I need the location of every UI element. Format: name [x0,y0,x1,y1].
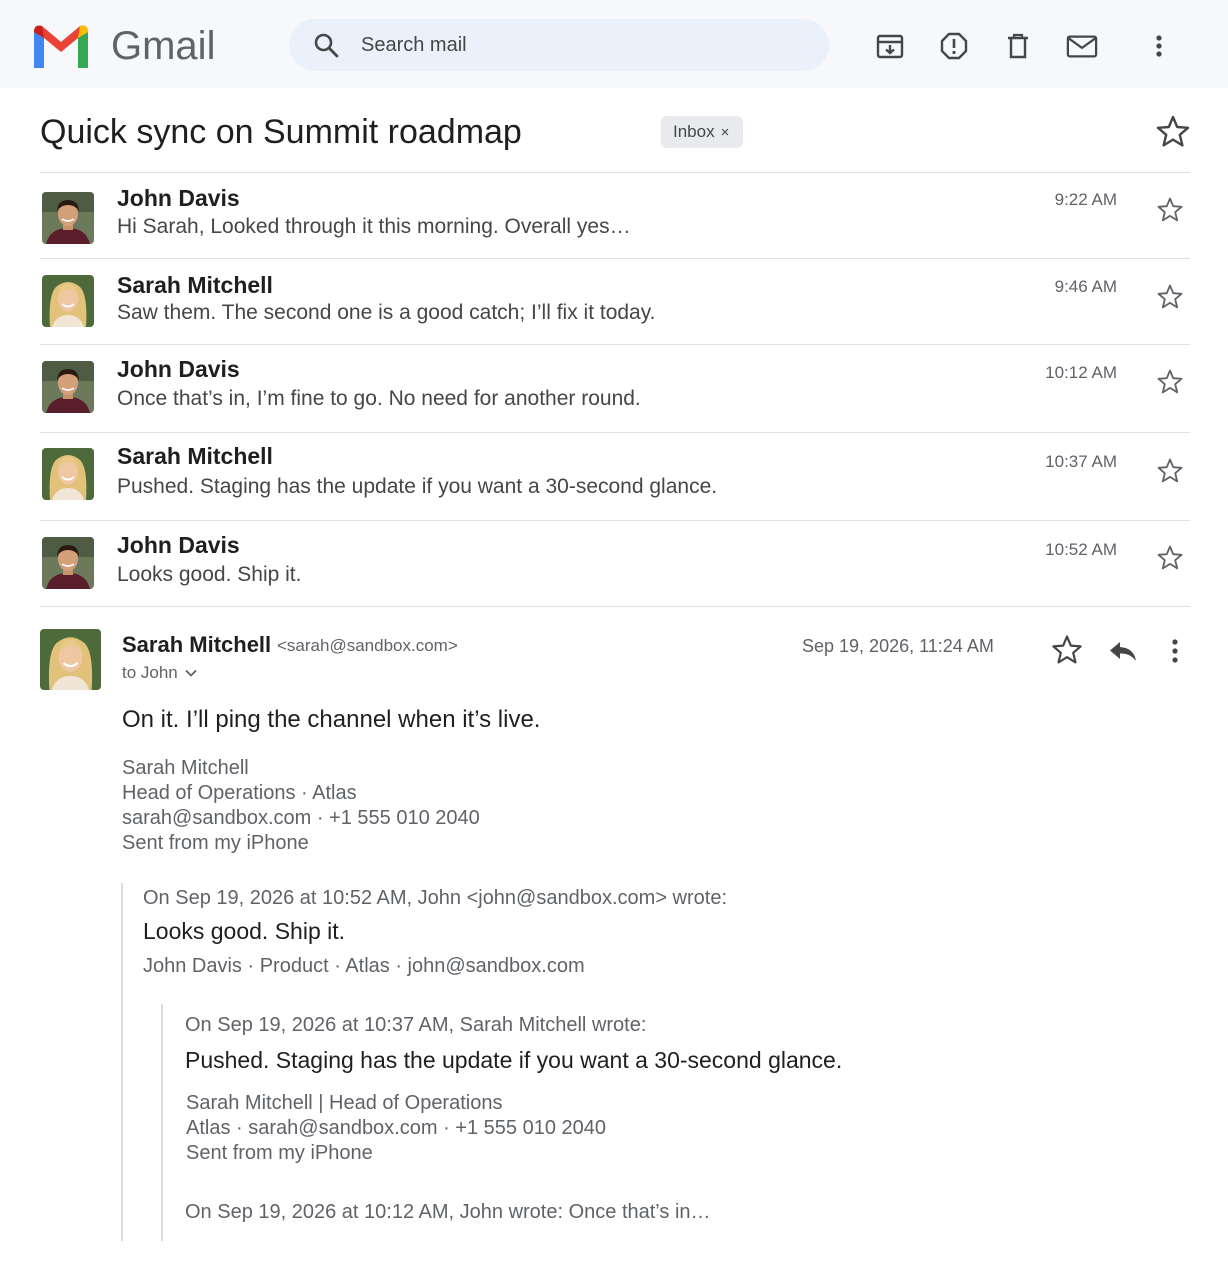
reply-icon[interactable] [1106,634,1140,668]
mark-unread-icon [1066,35,1098,58]
inbox-label-chip[interactable]: Inbox × [661,116,744,148]
report-spam-icon [940,32,968,60]
delete-icon [1008,33,1028,59]
message-signature: Sarah Mitchell Head of Operations · Atla… [122,756,480,856]
mark-unread-button[interactable] [1066,30,1098,62]
thread-subject: Quick sync on Summit roadmap [40,113,522,151]
message-snippet: Saw them. The second one is a good catch… [117,301,656,324]
more-options-button[interactable] [1143,30,1175,62]
star-icon[interactable] [1050,633,1084,667]
thread-star-icon[interactable] [1155,114,1191,150]
recipients-label: to John [122,663,178,682]
gmail-logo-icon[interactable] [30,22,92,70]
avatar[interactable] [42,448,94,500]
message-time: 10:12 AM [1045,363,1117,382]
message-snippet: Looks good. Ship it. [117,563,302,586]
message-sender: Sarah Mitchell [117,443,273,469]
signature-line: Sarah Mitchell [122,757,249,779]
search-bar[interactable] [289,19,829,71]
quote-body: Looks good. Ship it. [143,918,346,944]
archive-button[interactable] [874,30,906,62]
message-row[interactable]: John Davis Looks good. Ship it. 10:52 AM [40,520,1190,607]
message-row[interactable]: John Davis Once that’s in, I’m fine to g… [40,344,1190,432]
search-input[interactable] [361,19,801,71]
quote-signature: John Davis · Product · Atlas · john@sand… [143,955,585,977]
signature-line: Sent from my iPhone [122,832,309,854]
recipients-toggle[interactable]: to John [122,662,198,684]
avatar[interactable] [42,361,94,413]
more-vert-icon [1156,35,1162,57]
message-sender: John Davis [117,356,240,382]
star-icon[interactable] [1156,368,1184,396]
search-icon[interactable] [313,32,339,58]
star-icon[interactable] [1156,283,1184,311]
signature-line: Atlas · sarah@sandbox.com · +1 555 010 2… [186,1117,606,1139]
star-icon[interactable] [1156,457,1184,485]
message-row[interactable]: Sarah Mitchell Pushed. Staging has the u… [40,432,1190,520]
star-icon[interactable] [1156,196,1184,224]
star-icon[interactable] [1156,544,1184,572]
message-row[interactable]: John Davis Hi Sarah, Looked through it t… [40,172,1190,259]
quote-body: Pushed. Staging has the update if you wa… [185,1047,843,1073]
message-time: 10:52 AM [1045,540,1117,559]
avatar[interactable] [42,275,94,327]
quote-header: On Sep 19, 2026 at 10:52 AM, John <john@… [143,887,728,909]
chevron-down-icon [185,669,197,677]
report-spam-button[interactable] [938,30,970,62]
message-snippet: Pushed. Staging has the update if you wa… [117,475,718,498]
expanded-date: Sep 19, 2026, 11:24 AM [802,636,994,656]
remove-label-icon[interactable]: × [721,124,730,141]
avatar[interactable] [40,629,101,690]
message-time: 9:22 AM [1054,190,1117,209]
signature-line: Sent from my iPhone [186,1142,373,1164]
expanded-sender-email: <sarah@sandbox.com> [277,636,458,655]
message-body: On it. I’ll ping the channel when it’s l… [122,706,541,733]
message-time: 9:46 AM [1054,277,1117,296]
quote-signature: Sarah Mitchell | Head of Operations Atla… [186,1091,606,1166]
more-vert-icon[interactable] [1160,634,1190,668]
label-name: Inbox [673,122,715,141]
expanded-sender: Sarah Mitchell [122,632,272,657]
avatar[interactable] [42,192,94,244]
signature-line: sarah@sandbox.com · +1 555 010 2040 [122,807,480,829]
message-row[interactable]: Sarah Mitchell Saw them. The second one … [40,258,1190,345]
delete-button[interactable] [1002,30,1034,62]
quote-header: On Sep 19, 2026 at 10:37 AM, Sarah Mitch… [185,1014,647,1036]
message-snippet: Once that’s in, I’m fine to go. No need … [117,387,641,410]
brand-name: Gmail [111,24,216,68]
top-bar: Gmail [0,0,1228,88]
avatar[interactable] [42,537,94,589]
archive-icon [876,34,904,59]
message-snippet: Hi Sarah, Looked through it this morning… [117,215,631,238]
message-sender: John Davis [117,532,240,558]
signature-line: Head of Operations · Atlas [122,782,357,804]
message-sender: Sarah Mitchell [117,272,273,298]
quote-header-truncated: On Sep 19, 2026 at 10:12 AM, John wrote:… [185,1201,711,1223]
message-divider [40,606,1190,607]
message-time: 10:37 AM [1045,452,1117,471]
signature-line: Sarah Mitchell | Head of Operations [186,1092,503,1114]
message-sender: John Davis [117,185,240,211]
